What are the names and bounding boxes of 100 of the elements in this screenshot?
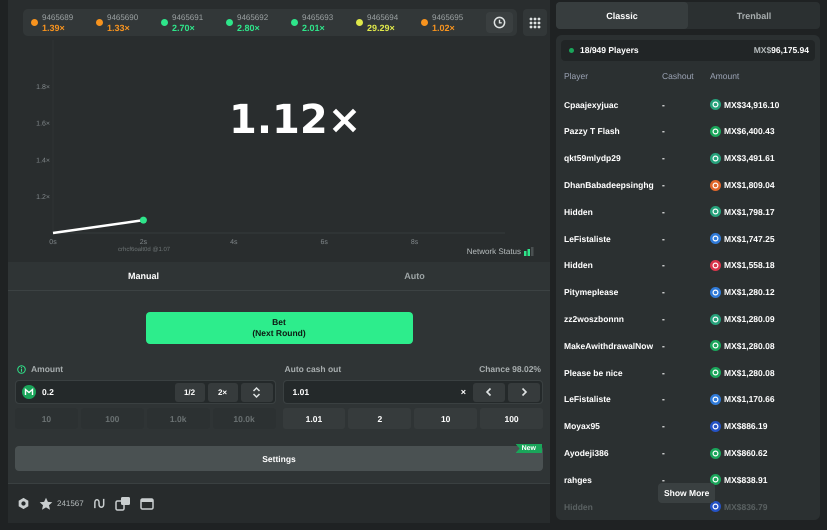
cashout-value: - (662, 206, 665, 217)
half-button[interactable]: 1/2 (174, 382, 204, 402)
amount-label: Amount (31, 364, 64, 374)
window-icon[interactable] (140, 498, 154, 510)
cashout-preset-button[interactable]: 100 (480, 408, 543, 429)
player-name: Cpaajexyjuac (564, 100, 620, 110)
bet-amount: MX$838.91 (724, 474, 768, 485)
cashout-value: - (662, 234, 665, 244)
bet-amount: MX$1,809.04 (724, 180, 775, 190)
round-number: 9465691 (172, 12, 204, 22)
multiplier-suffix: × (460, 387, 467, 397)
bet-amount: MX$1,798.17 (724, 206, 775, 217)
cashout-value: - (662, 126, 665, 136)
cashout-value: - (662, 180, 665, 190)
chevron-left-icon (485, 387, 493, 397)
mode-tab[interactable]: Manual (8, 262, 279, 290)
cashout-value: - (662, 368, 665, 378)
amount-input[interactable]: 0.2 (39, 387, 172, 397)
player-name: DhanBabadeepsinghg (564, 180, 655, 190)
hexagon-icon[interactable] (17, 497, 30, 510)
player-name: Moyax95 (564, 421, 601, 432)
cashout-value: - (662, 340, 665, 351)
grid-button[interactable] (523, 9, 547, 36)
column-header: Cashout (662, 71, 695, 82)
coin-icon (22, 385, 36, 399)
decrease-button[interactable] (473, 382, 505, 402)
info-icon (17, 364, 26, 374)
chance-label: Chance 98.02% (479, 364, 541, 374)
live-dot-icon (569, 48, 574, 53)
show-more-button[interactable]: Show More (658, 483, 716, 504)
round-number: 9465694 (367, 12, 398, 22)
player-name: Please be nice (564, 368, 624, 378)
player-name: Ayodeji386 (564, 448, 610, 458)
bet-amount: MX$1,280.09 (724, 314, 775, 324)
cashout-value: - (662, 287, 665, 298)
player-name: LeFistaliste (564, 234, 612, 244)
bet-button[interactable]: Bet (Next Round) (146, 312, 412, 344)
cashout-preset-button[interactable]: 10 (414, 408, 478, 429)
cashout-value: - (662, 448, 665, 458)
cashout-value: - (662, 100, 665, 110)
round-number: 9465690 (107, 12, 138, 22)
history-button[interactable] (486, 12, 513, 33)
bet-amount: MX$1,170.66 (724, 394, 775, 404)
round-multiplier: 2.80× (237, 22, 261, 32)
bet-amount: MX$1,558.18 (724, 260, 775, 270)
player-name: Hidden (564, 260, 594, 270)
round-number: 9465695 (432, 12, 464, 22)
bet-amount: MX$34,916.10 (724, 100, 780, 110)
mode-tab[interactable]: Auto (279, 262, 550, 290)
round-multiplier: 2.70× (172, 22, 196, 32)
amount-field[interactable]: 0.2 1/2 2× (15, 380, 276, 404)
curve-icon[interactable] (92, 497, 106, 510)
signal-icon (524, 247, 534, 256)
cashout-value: - (662, 421, 665, 432)
bet-amount: MX$1,747.25 (724, 234, 775, 244)
auto-cashout-field[interactable]: 1.01 × (282, 380, 543, 404)
star-icon[interactable] (39, 496, 53, 510)
cashout-value: - (662, 153, 665, 164)
bet-amount: MX$886.19 (724, 421, 768, 432)
round-number: 9465693 (302, 12, 334, 22)
board-tab[interactable]: Classic (556, 2, 688, 29)
grid-icon (529, 16, 541, 28)
auto-cashout-label: Auto cash out (284, 364, 342, 374)
cashout-value: - (662, 394, 665, 404)
round-multiplier: 2.01× (302, 22, 326, 32)
favorites-count: 241567 (57, 499, 84, 508)
bet-amount: MX$3,491.61 (724, 153, 775, 164)
double-button[interactable]: 2× (208, 382, 238, 402)
bet-amount: MX$6,400.43 (724, 126, 775, 136)
up-down-icon (252, 386, 261, 398)
network-status-label: Network Status (466, 247, 521, 256)
increase-button[interactable] (508, 382, 540, 402)
round-multiplier: 1.02× (432, 22, 456, 32)
total-amount: MX$96,175.94 (754, 45, 809, 56)
player-name: Hidden (564, 206, 594, 217)
cashout-preset-button[interactable]: 1.01 (282, 408, 346, 429)
players-count: 18/949 Players (580, 45, 639, 56)
player-name: zz2woszbonnn (564, 314, 625, 324)
bet-amount: MX$860.62 (724, 448, 768, 458)
player-name: Pazzy T Flash (564, 126, 621, 136)
round-number: 9465692 (237, 12, 268, 22)
board-tab[interactable]: Trenball (688, 2, 820, 29)
cashout-value: - (662, 314, 665, 324)
bet-amount: MX$1,280.12 (724, 287, 775, 298)
player-name: rahges (564, 474, 593, 485)
cashout-value: - (662, 474, 665, 485)
bet-amount: MX$1,280.08 (724, 368, 775, 378)
round-multiplier: 29.29× (367, 22, 396, 32)
player-name: LeFistaliste (564, 394, 612, 404)
bet-amount: MX$1,280.08 (724, 340, 775, 351)
cashout-value: - (662, 260, 665, 270)
cashout-preset-button[interactable]: 2 (348, 408, 412, 429)
range-button[interactable] (240, 382, 272, 402)
player-name: qkt59mlydp29 (564, 153, 622, 164)
round-multiplier: 1.33× (107, 22, 131, 32)
popout-icon[interactable] (114, 496, 131, 511)
auto-cashout-input[interactable]: 1.01 (290, 387, 458, 397)
round-multiplier: 1.39× (42, 22, 66, 32)
column-header: Player (564, 71, 590, 82)
player-name: MakeAwithdrawalNow (564, 340, 654, 351)
